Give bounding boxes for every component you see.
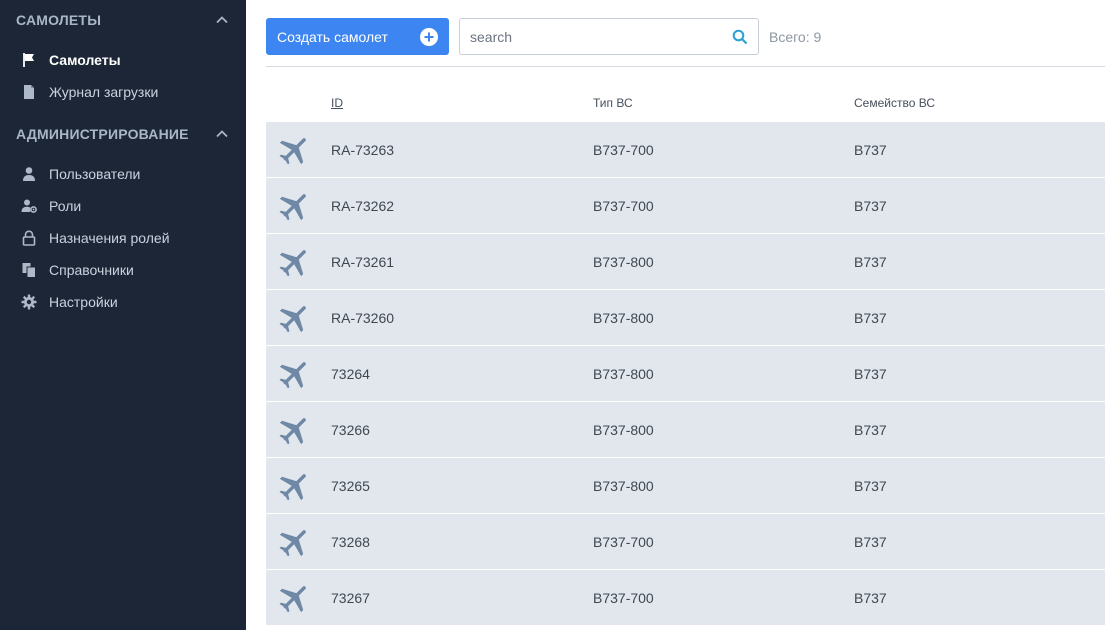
airplane-icon: [276, 188, 312, 224]
sidebar-item-load-journal[interactable]: Журнал загрузки: [0, 76, 246, 108]
sidebar: САМОЛЕТЫ Самолеты Журнал загрузки АДМИНИ…: [0, 0, 246, 630]
chevron-up-icon[interactable]: [214, 12, 230, 28]
table-row[interactable]: RA-73261 B737-800 B737: [266, 234, 1105, 289]
cell-id: RA-73262: [331, 198, 395, 214]
cell-type: B737-800: [593, 366, 654, 382]
cell-id: 73268: [331, 534, 370, 550]
sidebar-item-aircraft[interactable]: Самолеты: [0, 44, 246, 76]
cell-family: B737: [854, 366, 887, 382]
document-icon: [20, 83, 38, 101]
cell-family: B737: [854, 254, 887, 270]
cell-type: B737-700: [593, 534, 654, 550]
airplane-icon: [276, 524, 312, 560]
cell-family: B737: [854, 534, 887, 550]
sidebar-item-label: Настройки: [49, 294, 118, 310]
airplane-icon: [276, 244, 312, 280]
table-row[interactable]: 73267 B737-700 B737: [266, 570, 1105, 625]
chevron-up-icon[interactable]: [214, 126, 230, 142]
sidebar-item-label: Журнал загрузки: [49, 84, 159, 100]
cell-family: B737: [854, 478, 887, 494]
user-gear-icon: [20, 197, 38, 215]
airplane-icon: [276, 580, 312, 616]
cell-type: B737-800: [593, 310, 654, 326]
sidebar-item-role-assignments[interactable]: Назначения ролей: [0, 222, 246, 254]
flag-icon: [20, 51, 38, 69]
cell-type: B737-700: [593, 142, 654, 158]
table-row[interactable]: RA-73262 B737-700 B737: [266, 178, 1105, 233]
cell-family: B737: [854, 310, 887, 326]
cell-id: RA-73261: [331, 254, 395, 270]
search-field[interactable]: [459, 18, 759, 55]
sidebar-item-references[interactable]: Справочники: [0, 254, 246, 286]
cell-id: 73267: [331, 590, 370, 606]
airplane-icon: [276, 132, 312, 168]
sidebar-item-label: Роли: [49, 198, 82, 214]
column-header-id[interactable]: ID: [331, 96, 343, 110]
sidebar-item-users[interactable]: Пользователи: [0, 158, 246, 190]
cell-id: RA-73260: [331, 310, 395, 326]
cell-family: B737: [854, 422, 887, 438]
sidebar-section-aircraft-header[interactable]: САМОЛЕТЫ: [0, 0, 246, 40]
cell-id: 73266: [331, 422, 370, 438]
column-header-family: Семейство ВС: [854, 96, 935, 110]
cell-type: B737-800: [593, 478, 654, 494]
gear-icon: [20, 293, 38, 311]
sidebar-item-label: Справочники: [49, 262, 134, 278]
table-row[interactable]: 73265 B737-800 B737: [266, 458, 1105, 513]
airplane-icon: [276, 356, 312, 392]
cell-type: B737-700: [593, 590, 654, 606]
search-icon[interactable]: [732, 29, 748, 45]
cell-type: B737-800: [593, 422, 654, 438]
total-count: Всего: 9: [769, 28, 822, 45]
airplane-icon: [276, 300, 312, 336]
sidebar-section-title: АДМИНИСТРИРОВАНИЕ: [16, 126, 189, 142]
column-header-type: Тип ВС: [593, 96, 633, 110]
table-row[interactable]: 73266 B737-800 B737: [266, 402, 1105, 457]
cell-family: B737: [854, 590, 887, 606]
table-row[interactable]: RA-73260 B737-800 B737: [266, 290, 1105, 345]
sidebar-item-roles[interactable]: Роли: [0, 190, 246, 222]
sidebar-section-admin-header[interactable]: АДМИНИСТРИРОВАНИЕ: [0, 114, 246, 154]
toolbar: Создать самолет Всего: 9: [266, 18, 821, 55]
sidebar-section-title: САМОЛЕТЫ: [16, 12, 102, 28]
lock-icon: [20, 229, 38, 247]
search-input[interactable]: [470, 28, 732, 45]
sidebar-item-label: Назначения ролей: [49, 230, 170, 246]
user-icon: [20, 165, 38, 183]
create-aircraft-button[interactable]: Создать самолет: [266, 18, 449, 55]
cell-id: 73264: [331, 366, 370, 382]
airplane-icon: [276, 468, 312, 504]
create-aircraft-label: Создать самолет: [277, 28, 388, 45]
table-row[interactable]: 73264 B737-800 B737: [266, 346, 1105, 401]
sidebar-item-label: Самолеты: [49, 52, 121, 68]
sidebar-item-label: Пользователи: [49, 166, 141, 182]
cell-type: B737-800: [593, 254, 654, 270]
aircraft-table-body: RA-73263 B737-700 B737 RA-73262 B737-700…: [266, 122, 1105, 626]
main-content: Создать самолет Всего: 9 ID Тип ВС Семей…: [266, 0, 1105, 630]
cell-id: RA-73263: [331, 142, 395, 158]
airplane-icon: [276, 412, 312, 448]
plus-circle-icon: [420, 27, 438, 46]
cell-family: B737: [854, 198, 887, 214]
cell-type: B737-700: [593, 198, 654, 214]
copy-icon: [20, 261, 38, 279]
sidebar-item-settings[interactable]: Настройки: [0, 286, 246, 318]
table-row[interactable]: 73268 B737-700 B737: [266, 514, 1105, 569]
divider: [266, 66, 1105, 67]
cell-family: B737: [854, 142, 887, 158]
table-row[interactable]: RA-73263 B737-700 B737: [266, 122, 1105, 177]
table-header: ID Тип ВС Семейство ВС: [266, 92, 1105, 116]
cell-id: 73265: [331, 478, 370, 494]
